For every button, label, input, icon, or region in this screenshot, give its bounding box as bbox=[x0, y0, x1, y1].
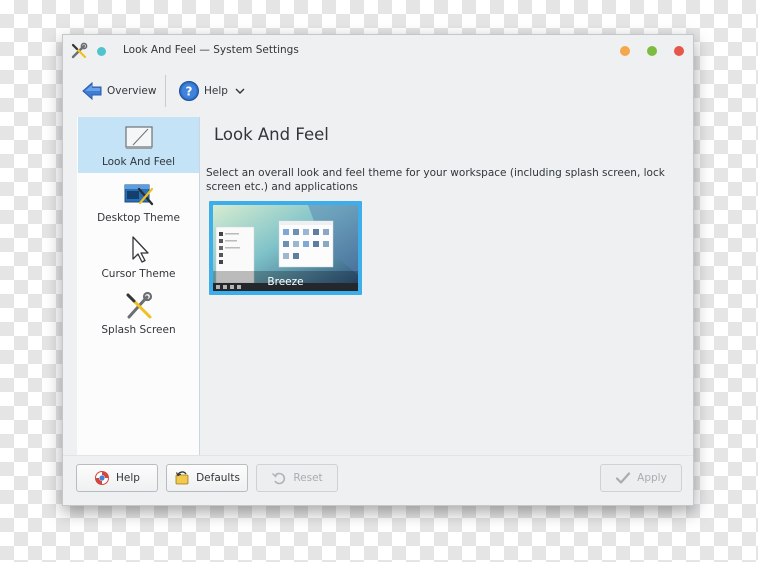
help-menu-button[interactable]: ? Help bbox=[178, 77, 245, 105]
close-button[interactable] bbox=[674, 46, 684, 56]
restore-defaults-icon bbox=[175, 471, 189, 485]
apply-button[interactable]: Apply bbox=[600, 464, 682, 492]
defaults-button-label: Defaults bbox=[196, 472, 240, 484]
title-bar[interactable]: Look And Feel — System Settings bbox=[63, 35, 693, 67]
sidebar-item-label: Cursor Theme bbox=[101, 268, 176, 280]
theme-card-breeze[interactable]: Breeze bbox=[209, 201, 362, 295]
sidebar-item-look-and-feel[interactable]: Look And Feel bbox=[78, 117, 199, 173]
settings-tools-icon bbox=[71, 42, 88, 59]
apply-button-label: Apply bbox=[637, 472, 667, 484]
sidebar-item-desktop-theme[interactable]: Desktop Theme bbox=[78, 173, 199, 229]
window-menu-dot[interactable] bbox=[97, 47, 106, 56]
toolbar-separator bbox=[165, 75, 166, 107]
overview-button[interactable]: Overview bbox=[81, 77, 156, 105]
toolbar: Overview ? Help bbox=[63, 73, 693, 109]
maximize-button[interactable] bbox=[647, 46, 657, 56]
sidebar-item-splash-screen[interactable]: Splash Screen bbox=[78, 285, 199, 341]
footer-divider bbox=[63, 455, 693, 456]
overview-label: Overview bbox=[107, 85, 157, 97]
reset-button[interactable]: Reset bbox=[256, 464, 338, 492]
help-label: Help bbox=[204, 85, 228, 97]
sidebar-item-label: Look And Feel bbox=[101, 156, 176, 168]
look-and-feel-icon bbox=[125, 126, 153, 149]
arrow-left-icon bbox=[82, 81, 102, 101]
help-icon: ? bbox=[179, 81, 199, 101]
lifebuoy-icon bbox=[95, 471, 110, 485]
splash-screen-icon bbox=[126, 291, 153, 319]
desktop-theme-icon bbox=[124, 184, 154, 206]
theme-name-label: Breeze bbox=[267, 276, 304, 288]
minimize-button[interactable] bbox=[620, 46, 630, 56]
cursor-icon bbox=[132, 236, 149, 263]
sidebar-item-label: Desktop Theme bbox=[97, 212, 180, 224]
chevron-down-icon bbox=[235, 88, 245, 94]
help-button[interactable]: Help bbox=[76, 464, 158, 492]
defaults-button[interactable]: Defaults bbox=[166, 464, 248, 492]
undo-icon bbox=[272, 472, 286, 485]
category-sidebar: Look And Feel Desktop Theme Cursor Theme bbox=[77, 117, 200, 455]
window-title: Look And Feel — System Settings bbox=[123, 44, 299, 56]
svg-text:?: ? bbox=[186, 85, 193, 99]
system-settings-window: Look And Feel — System Settings Overview… bbox=[62, 34, 694, 506]
checkmark-icon bbox=[616, 472, 631, 484]
page-description: Select an overall look and feel theme fo… bbox=[206, 167, 665, 193]
page-title: Look And Feel bbox=[214, 125, 329, 144]
help-button-label: Help bbox=[116, 472, 140, 484]
reset-button-label: Reset bbox=[293, 472, 323, 484]
sidebar-item-cursor-theme[interactable]: Cursor Theme bbox=[78, 229, 199, 285]
sidebar-item-label: Splash Screen bbox=[101, 324, 176, 336]
